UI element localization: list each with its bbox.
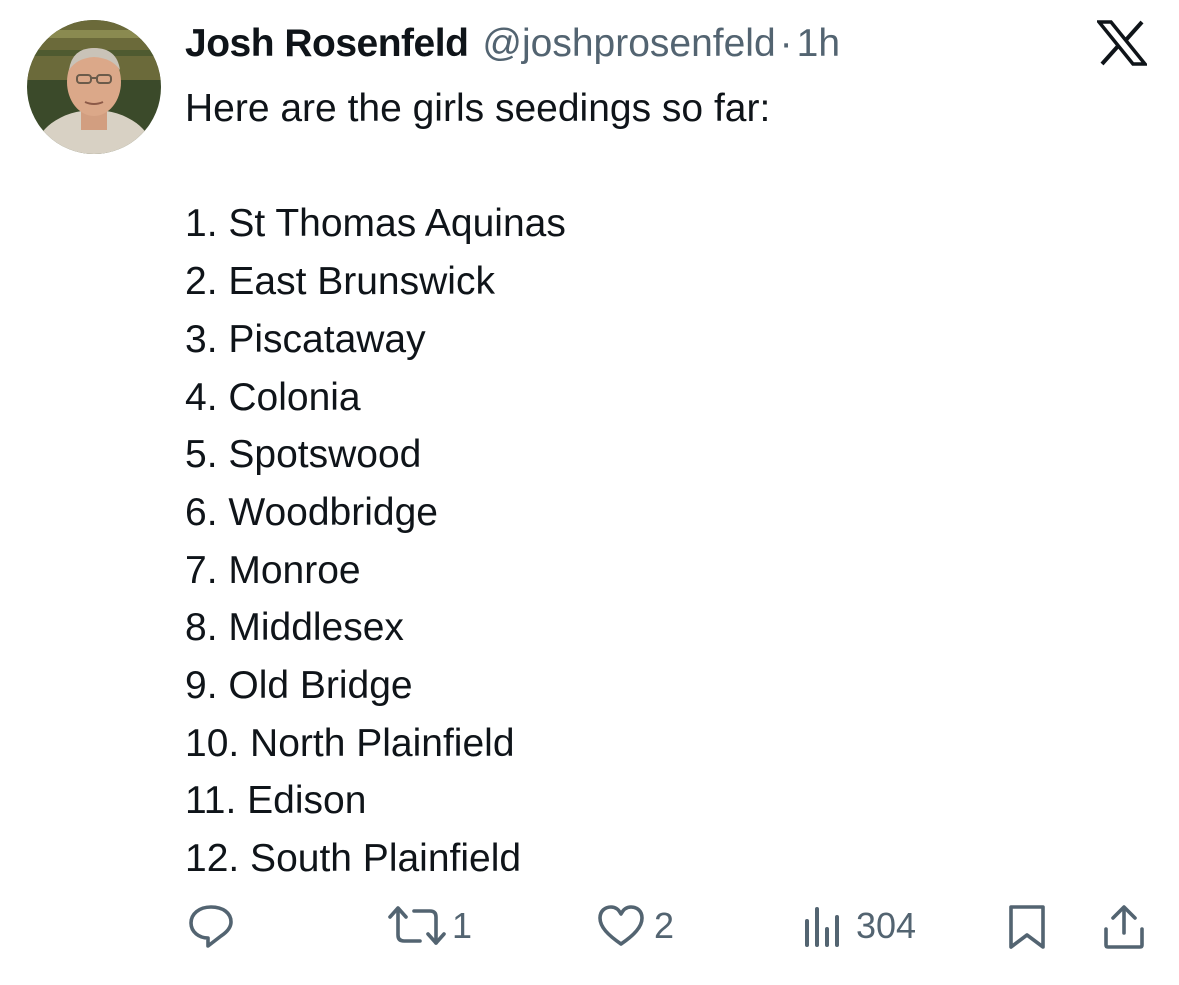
reply-icon (189, 905, 233, 948)
tweet-text: Here are the girls seedings so far: 1. S… (185, 80, 770, 888)
tweet-intro: Here are the girls seedings so far: (185, 87, 771, 130)
seeding-item: 6. Woodbridge (185, 490, 438, 534)
tweet-header: Josh Rosenfeld @joshprosenfeld · 1h (185, 19, 840, 69)
seeding-item: 1. St Thomas Aquinas (185, 202, 566, 246)
retweet-count: 1 (452, 905, 473, 946)
seeding-item: 2. East Brunswick (185, 260, 495, 304)
views-count: 304 (856, 905, 917, 946)
author-name[interactable]: Josh Rosenfeld (185, 22, 469, 66)
seeding-item: 7. Monroe (185, 548, 361, 592)
retweet-icon (388, 906, 446, 945)
retweet-button[interactable]: 1 (384, 903, 472, 949)
bookmark-icon (1009, 905, 1045, 949)
timestamp[interactable]: 1h (797, 22, 840, 66)
bookmark-button[interactable] (1006, 903, 1048, 951)
views-icon (805, 907, 839, 947)
seeding-item: 5. Spotswood (185, 433, 422, 477)
action-bar: 1 2 304 (0, 895, 1179, 965)
x-logo-icon (1095, 20, 1149, 66)
header-separator: · (779, 22, 793, 65)
share-icon (1104, 905, 1144, 949)
avatar-image (27, 20, 161, 154)
seeding-item: 4. Colonia (185, 375, 361, 419)
seeding-item: 11. Edison (185, 779, 367, 823)
reply-button[interactable] (186, 903, 244, 949)
seeding-item: 3. Piscataway (185, 317, 426, 361)
seeding-item: 12. South Plainfield (185, 837, 522, 881)
heart-icon (598, 905, 644, 946)
avatar[interactable] (27, 20, 161, 154)
views-button[interactable]: 304 (800, 903, 916, 949)
seeding-item: 8. Middlesex (185, 606, 404, 650)
share-button[interactable] (1101, 903, 1147, 951)
seeding-item: 10. North Plainfield (185, 721, 515, 765)
like-count: 2 (654, 905, 675, 946)
seeding-item: 9. Old Bridge (185, 664, 413, 708)
author-handle[interactable]: @joshprosenfeld (482, 22, 775, 66)
like-button[interactable]: 2 (596, 903, 674, 949)
